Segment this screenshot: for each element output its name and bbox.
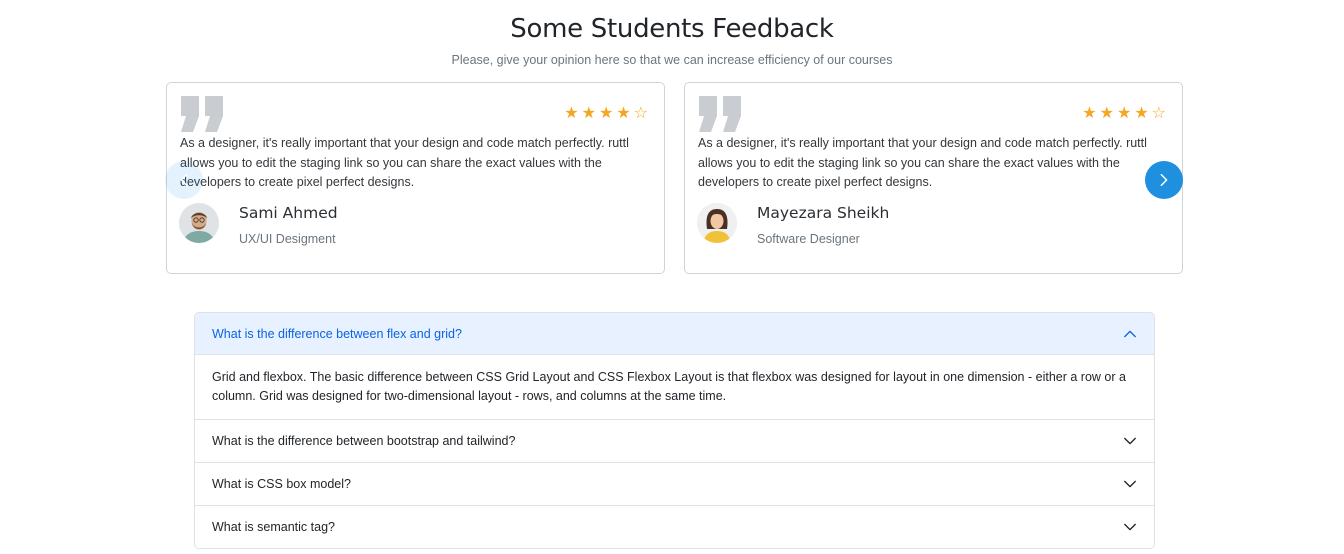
accordion-question: What is semantic tag? [212, 520, 335, 534]
reviewer-name: Mayezara Sheikh [757, 204, 890, 222]
avatar [697, 203, 737, 243]
reviewer-name: Sami Ahmed [239, 204, 338, 222]
star-outline-icon: ☆ [633, 103, 648, 122]
chevron-right-icon [1160, 173, 1168, 187]
avatar [179, 203, 219, 243]
accordion-item: What is semantic tag? [195, 506, 1154, 548]
section-title: Some Students Feedback [510, 14, 834, 44]
rating-stars: ★ ★ ★ ★ ☆ [1082, 105, 1166, 121]
accordion-item: What is the difference between flex and … [195, 313, 1154, 420]
star-outline-icon: ☆ [1151, 103, 1166, 122]
accordion-question: What is CSS box model? [212, 477, 351, 491]
star-icon: ★ [581, 103, 596, 122]
testimonial-text: As a designer, it's really important tha… [698, 136, 1147, 189]
accordion-header[interactable]: What is the difference between flex and … [195, 313, 1154, 355]
testimonial-card: ★ ★ ★ ★ ☆ As a designer, it's really imp… [166, 82, 665, 274]
testimonial-card: ★ ★ ★ ★ ☆ As a designer, it's really imp… [684, 82, 1183, 274]
chevron-down-icon [1124, 523, 1136, 531]
chevron-left-icon [180, 173, 188, 187]
section-subtitle: Please, give your opinion here so that w… [451, 53, 893, 67]
accordion-question: What is the difference between bootstrap… [212, 434, 516, 448]
star-icon: ★ [564, 103, 579, 122]
chevron-down-icon [1124, 480, 1136, 488]
reviewer-role: Software Designer [757, 232, 860, 246]
chevron-up-icon [1124, 330, 1136, 337]
testimonial-text: As a designer, it's really important tha… [180, 136, 629, 189]
star-icon: ★ [1134, 103, 1149, 122]
star-icon: ★ [1082, 103, 1097, 122]
quote-icon [181, 96, 223, 132]
star-icon: ★ [1116, 103, 1132, 122]
rating-stars: ★ ★ ★ ★ ☆ [564, 105, 648, 121]
star-icon: ★ [598, 103, 614, 122]
accordion-header[interactable]: What is the difference between bootstrap… [195, 420, 1154, 462]
accordion-header[interactable]: What is CSS box model? [195, 463, 1154, 505]
reviewer-role: UX/UI Desigment [239, 232, 336, 246]
accordion-item: What is the difference between bootstrap… [195, 420, 1154, 463]
chevron-down-icon [1124, 437, 1136, 445]
quote-icon [699, 96, 741, 132]
accordion-answer: Grid and flexbox. The basic difference b… [212, 370, 1126, 403]
carousel-prev-button[interactable] [165, 161, 203, 199]
star-icon: ★ [1099, 103, 1114, 122]
accordion-header[interactable]: What is semantic tag? [195, 506, 1154, 548]
faq-accordion: What is the difference between flex and … [194, 312, 1155, 549]
carousel-next-button[interactable] [1145, 161, 1183, 199]
accordion-question: What is the difference between flex and … [212, 326, 462, 341]
accordion-item: What is CSS box model? [195, 463, 1154, 506]
star-icon: ★ [616, 103, 631, 122]
